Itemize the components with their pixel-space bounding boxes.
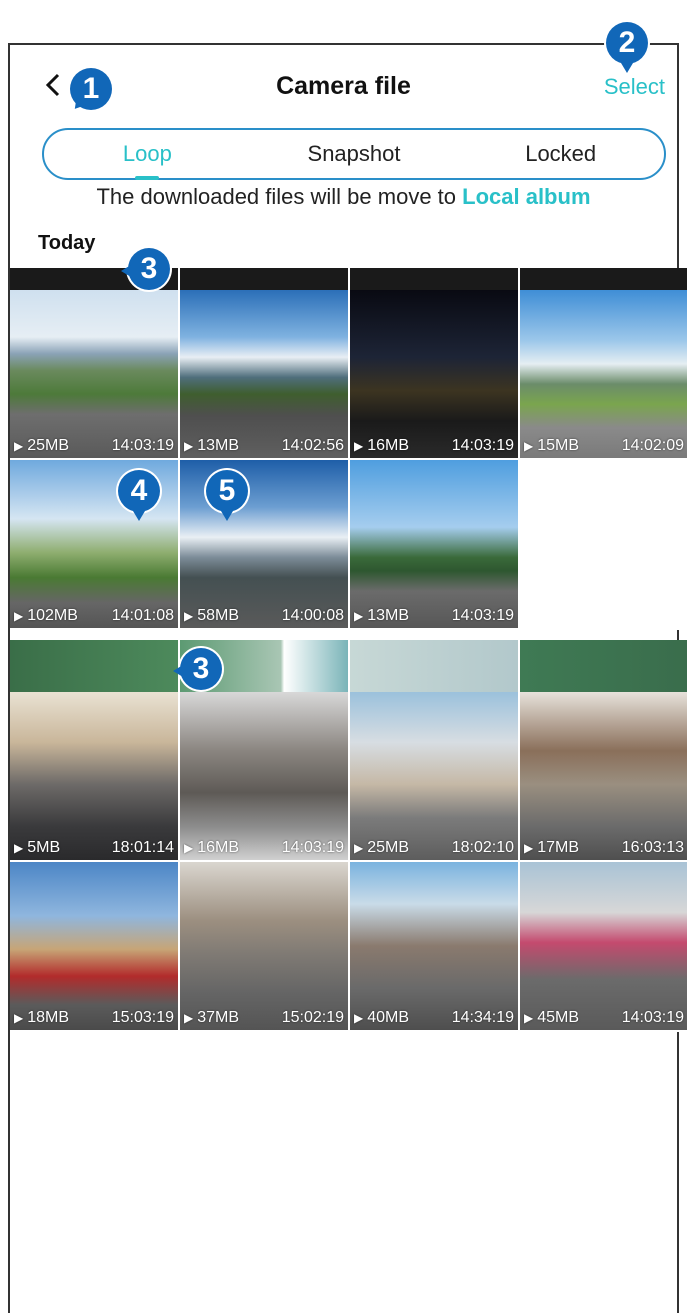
file-time: 14:03:19: [451, 437, 514, 454]
file-time: 14:03:19: [281, 839, 344, 856]
file-time: 14:03:19: [451, 607, 514, 624]
file-size: 17MB: [524, 839, 579, 857]
video-thumbnail[interactable]: 15MB 14:02:09: [520, 290, 687, 460]
file-size: 40MB: [354, 1009, 409, 1027]
thumbnail-info: 17MB 16:03:13: [524, 839, 684, 857]
thumbnail-info: 18MB 15:03:19: [14, 1009, 174, 1027]
file-size: 5MB: [14, 839, 60, 857]
file-time: 14:03:19: [621, 1009, 684, 1026]
file-size: 15MB: [524, 437, 579, 455]
video-thumbnail[interactable]: 17MB 16:03:13: [520, 692, 687, 862]
callout-badge: 4: [118, 470, 160, 521]
thumbnail-info: 25MB 18:02:10: [354, 839, 514, 857]
thumbnail-image: [350, 460, 518, 628]
file-time: 15:03:19: [111, 1009, 174, 1026]
thumbnail-info: 45MB 14:03:19: [524, 1009, 684, 1027]
video-thumbnail[interactable]: 16MB 14:03:19: [350, 290, 520, 460]
thumbnail-info: 16MB 14:03:19: [354, 437, 514, 455]
file-size: 16MB: [354, 437, 409, 455]
file-size: 25MB: [354, 839, 409, 857]
thumbnail-info: 15MB 14:02:09: [524, 437, 684, 455]
group-header-strip: [350, 268, 520, 290]
group-header-strip: [180, 268, 350, 290]
file-size: 25MB: [14, 437, 69, 455]
thumbnail-info: 40MB 14:34:19: [354, 1009, 514, 1027]
thumbnail-image: [10, 290, 178, 458]
file-size: 13MB: [354, 607, 409, 625]
group-header-strip: [10, 640, 180, 692]
thumbnail-info: 16MB 14:03:19: [184, 839, 344, 857]
video-thumbnail[interactable]: 25MB 18:02:10: [350, 692, 520, 862]
group-header-strip: [520, 268, 687, 290]
video-thumbnail[interactable]: 5MB 18:01:14: [10, 692, 180, 862]
group-header-strip: [350, 640, 520, 692]
thumbnail-image: [180, 692, 348, 860]
thumbnail-image: [180, 290, 348, 458]
video-thumbnail[interactable]: 13MB 14:02:56: [180, 290, 350, 460]
thumbnail-image: [350, 290, 518, 458]
video-thumbnail[interactable]: 16MB 14:03:19: [180, 692, 350, 862]
video-thumbnail[interactable]: 37MB 15:02:19: [180, 862, 350, 1032]
thumbnail-image: [10, 692, 178, 860]
callout-badge: 5: [206, 470, 248, 521]
file-size: 13MB: [184, 437, 239, 455]
file-time: 14:34:19: [451, 1009, 514, 1026]
tab-loop[interactable]: Loop: [44, 130, 251, 180]
thumbnail-info: 13MB 14:02:56: [184, 437, 344, 455]
file-size: 18MB: [14, 1009, 69, 1027]
callout-badge: 3: [128, 248, 170, 290]
file-size: 37MB: [184, 1009, 239, 1027]
file-time: 16:03:13: [621, 839, 684, 856]
tab-bar: Loop Snapshot Locked: [42, 128, 666, 180]
file-size: 45MB: [524, 1009, 579, 1027]
video-thumbnail[interactable]: 25MB 14:03:19: [10, 290, 180, 460]
thumbnail-info: 37MB 15:02:19: [184, 1009, 344, 1027]
video-thumbnail[interactable]: 40MB 14:34:19: [350, 862, 520, 1032]
thumbnail-info: 5MB 18:01:14: [14, 839, 174, 857]
callout-badge: 2: [606, 22, 648, 73]
thumbnail-info: 58MB 14:00:08: [184, 607, 344, 625]
callout-badge: 1: [70, 68, 112, 110]
callout-badge: 3: [180, 648, 222, 690]
local-album-link[interactable]: Local album: [462, 184, 590, 209]
thumbnail-image: [350, 692, 518, 860]
thumbnail-image: [180, 862, 348, 1030]
video-thumbnail[interactable]: 13MB 14:03:19: [350, 460, 520, 630]
file-time: 18:02:10: [451, 839, 514, 856]
empty-cell: [520, 460, 687, 630]
video-thumbnail[interactable]: 18MB 15:03:19: [10, 862, 180, 1032]
file-time: 15:02:19: [281, 1009, 344, 1026]
file-size: 58MB: [184, 607, 239, 625]
thumbnail-image: [10, 862, 178, 1030]
tab-snapshot[interactable]: Snapshot: [251, 130, 458, 178]
file-time: 14:03:19: [111, 437, 174, 454]
group-header-strip: [520, 640, 687, 692]
file-time: 14:00:08: [281, 607, 344, 624]
video-thumbnail[interactable]: 45MB 14:03:19: [520, 862, 687, 1032]
file-time: 18:01:14: [111, 839, 174, 856]
file-size: 102MB: [14, 607, 78, 625]
file-time: 14:02:09: [621, 437, 684, 454]
thumbnail-image: [520, 862, 687, 1030]
file-size: 16MB: [184, 839, 239, 857]
thumbnail-image: [180, 460, 348, 628]
download-notice: The downloaded files will be move to Loc…: [0, 184, 687, 210]
file-time: 14:01:08: [111, 607, 174, 624]
file-time: 14:02:56: [281, 437, 344, 454]
thumbnail-image: [520, 290, 687, 458]
section-label-today: Today: [38, 232, 96, 254]
select-button[interactable]: Select: [604, 74, 665, 100]
thumbnail-info: 25MB 14:03:19: [14, 437, 174, 455]
thumbnail-info: 13MB 14:03:19: [354, 607, 514, 625]
notice-text: The downloaded files will be move to: [96, 184, 463, 209]
thumbnail-info: 102MB 14:01:08: [14, 607, 174, 625]
tab-locked[interactable]: Locked: [457, 130, 664, 178]
thumbnail-grid: 25MB 14:03:19 13MB 14:02:56 16MB 14:03:19 15MB…: [10, 268, 687, 630]
thumbnail-image: [520, 692, 687, 860]
thumbnail-grid: 5MB18:01:1416MB14:03:1925MB18:02:1017MB1…: [10, 640, 687, 1032]
thumbnail-image: [350, 862, 518, 1030]
